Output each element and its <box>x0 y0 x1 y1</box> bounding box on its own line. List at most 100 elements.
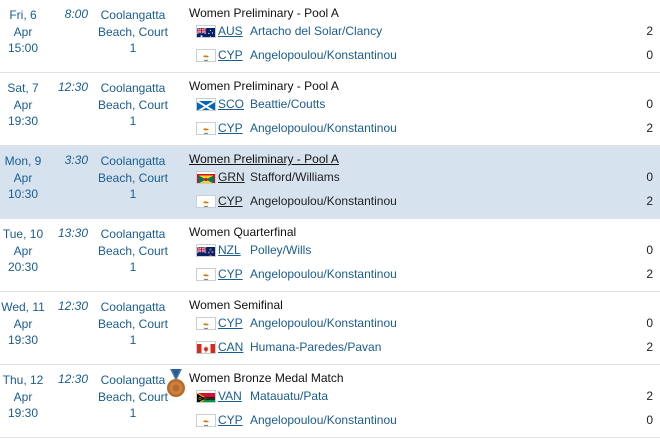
country-code-link[interactable]: NZL <box>218 243 241 257</box>
country-code-link[interactable]: GRN <box>218 170 245 184</box>
team-line: AUS Artacho del Solar/Clancy 2 <box>196 23 660 43</box>
match-schedule-list: Fri, 6 Apr 15:00 8:00 Coolangatta Beach, Cou… <box>0 0 660 438</box>
flag-cyp-icon <box>196 122 216 135</box>
match-date: Tue, 10 Apr 20:30 <box>0 226 46 276</box>
match-event-title[interactable]: Women Preliminary - Pool A <box>189 79 339 93</box>
match-row[interactable]: Mon, 9 Apr 10:30 3:30 Coolangatta Beach, Cour… <box>0 146 660 219</box>
match-date: Fri, 6 Apr 15:00 <box>0 7 46 57</box>
match-date-line: Thu, 12 <box>2 373 44 387</box>
match-venue-line: Coolangatta <box>100 154 166 168</box>
match-venue[interactable]: Coolangatta Beach, Court 1 <box>94 299 172 349</box>
team-score: 2 <box>646 340 653 354</box>
match-date-line: 19:30 <box>7 114 39 128</box>
team-line: CAN Humana-Paredes/Pavan 2 <box>196 339 660 359</box>
team-score: 0 <box>646 316 653 330</box>
country-code-link[interactable]: CYP <box>218 194 243 208</box>
match-row[interactable]: Sat, 7 Apr 19:30 12:30 Coolangatta Beach, Cou… <box>0 73 660 146</box>
team-players-link[interactable]: Artacho del Solar/Clancy <box>250 24 382 38</box>
match-row[interactable]: Fri, 6 Apr 15:00 8:00 Coolangatta Beach, Cou… <box>0 0 660 73</box>
match-date-line: Mon, 9 <box>4 154 42 168</box>
flag-nzl-icon <box>196 244 216 257</box>
match-event-title[interactable]: Women Preliminary - Pool A <box>189 152 339 166</box>
team-players-link[interactable]: Beattie/Coutts <box>250 97 325 111</box>
team-line: VAN Matauatu/Pata 2 <box>196 388 660 408</box>
match-event-title[interactable]: Women Preliminary - Pool A <box>189 6 339 20</box>
match-venue[interactable]: Coolangatta Beach, Court 1 <box>94 80 172 130</box>
team-players-link[interactable]: Angelopoulou/Konstantinou <box>250 316 397 330</box>
match-row[interactable]: Wed, 11 Apr 19:30 12:30 Coolangatta Beach, Co… <box>0 292 660 365</box>
match-event-title[interactable]: Women Semifinal <box>189 298 283 312</box>
country-code-link[interactable]: CAN <box>218 340 243 354</box>
country-code-link[interactable]: AUS <box>218 24 243 38</box>
bronze-medal-icon <box>166 369 186 399</box>
team-line: NZL Polley/Wills 0 <box>196 242 660 262</box>
country-code-link[interactable]: CYP <box>218 48 243 62</box>
match-venue-line: 1 <box>129 41 137 55</box>
team-players-link[interactable]: Angelopoulou/Konstantinou <box>250 194 397 208</box>
match-event-title[interactable]: Women Bronze Medal Match <box>189 371 344 385</box>
country-code-link[interactable]: SCO <box>218 97 244 111</box>
team-score: 0 <box>646 413 653 427</box>
match-venue-line: Coolangatta <box>100 300 166 314</box>
match-row[interactable]: Tue, 10 Apr 20:30 13:30 Coolangatta Beach, Co… <box>0 219 660 292</box>
country-code-link[interactable]: VAN <box>218 389 242 403</box>
team-line: CYP Angelopoulou/Konstantinou 2 <box>196 266 660 286</box>
match-venue-line: 1 <box>129 406 137 420</box>
match-venue-line: Coolangatta <box>100 8 166 22</box>
match-date-line: Wed, 11 <box>1 300 45 314</box>
match-time: 13:30 <box>57 226 88 240</box>
team-players-link[interactable]: Stafford/Williams <box>250 170 340 184</box>
flag-sco-icon <box>196 98 216 111</box>
match-venue-line: Coolangatta <box>100 227 166 241</box>
team-players-link[interactable]: Angelopoulou/Konstantinou <box>250 413 397 427</box>
team-score: 0 <box>646 48 653 62</box>
team-score: 2 <box>646 24 653 38</box>
match-venue-line: 1 <box>129 187 137 201</box>
flag-aus-icon <box>196 25 216 38</box>
flag-cyp-icon <box>196 195 216 208</box>
flag-cyp-icon <box>196 414 216 427</box>
match-venue-line: Beach, Court <box>97 24 169 39</box>
match-date: Mon, 9 Apr 10:30 <box>0 153 46 203</box>
team-score: 0 <box>646 170 653 184</box>
match-date-line: Apr <box>13 243 33 258</box>
match-date-line: Apr <box>13 170 33 185</box>
team-players-link[interactable]: Matauatu/Pata <box>250 389 328 403</box>
team-line: GRN Stafford/Williams 0 <box>196 169 660 189</box>
match-event-title[interactable]: Women Quarterfinal <box>189 225 296 239</box>
match-date-line: 20:30 <box>7 260 39 274</box>
team-line: CYP Angelopoulou/Konstantinou 2 <box>196 193 660 213</box>
match-time: 12:30 <box>57 299 88 313</box>
flag-can-icon <box>196 341 216 354</box>
match-venue[interactable]: Coolangatta Beach, Court 1 <box>94 7 172 57</box>
match-venue[interactable]: Coolangatta Beach, Court 1 <box>94 226 172 276</box>
team-players-link[interactable]: Angelopoulou/Konstantinou <box>250 48 397 62</box>
match-venue-line: Coolangatta <box>100 373 166 387</box>
country-code-link[interactable]: CYP <box>218 267 243 281</box>
match-date-line: 19:30 <box>7 333 39 347</box>
team-players-link[interactable]: Angelopoulou/Konstantinou <box>250 121 397 135</box>
match-venue[interactable]: Coolangatta Beach, Court 1 <box>94 153 172 203</box>
match-venue-line: Beach, Court <box>97 243 169 258</box>
team-score: 2 <box>646 267 653 281</box>
team-line: CYP Angelopoulou/Konstantinou 0 <box>196 47 660 67</box>
team-score: 2 <box>646 121 653 135</box>
country-code-link[interactable]: CYP <box>218 413 243 427</box>
match-date-line: Fri, 6 Apr <box>9 8 37 39</box>
match-venue-line: 1 <box>129 333 137 347</box>
match-time: 8:00 <box>64 7 88 21</box>
flag-van-icon <box>196 390 216 403</box>
team-players-link[interactable]: Humana-Paredes/Pavan <box>250 340 381 354</box>
flag-grn-icon <box>196 171 216 184</box>
match-venue-line: 1 <box>129 260 137 274</box>
match-venue[interactable]: Coolangatta Beach, Court 1 <box>94 372 172 422</box>
team-score: 2 <box>646 389 653 403</box>
match-row[interactable]: Thu, 12 Apr 19:30 12:30 Coolangatta Beach, Co… <box>0 365 660 438</box>
match-venue-line: Beach, Court <box>97 97 169 112</box>
match-date-line: 15:00 <box>7 41 39 55</box>
team-players-link[interactable]: Polley/Wills <box>250 243 311 257</box>
team-players-link[interactable]: Angelopoulou/Konstantinou <box>250 267 397 281</box>
country-code-link[interactable]: CYP <box>218 121 243 135</box>
match-date-line: Apr <box>13 389 33 404</box>
country-code-link[interactable]: CYP <box>218 316 243 330</box>
